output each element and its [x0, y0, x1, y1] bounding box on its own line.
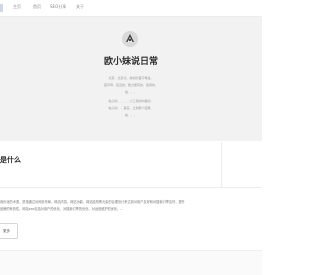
more-button-label: 更多 [3, 229, 10, 233]
nav-accent-mark [0, 4, 3, 12]
nav-link-seo-share[interactable]: SEO分享 [50, 4, 66, 10]
section-divider-vertical [221, 142, 222, 188]
tag-line: 帖子的、、、、小工具的内容的、 [108, 99, 154, 103]
section-title: 是什么 [0, 156, 21, 164]
site-title: 欧小妹说日常 [103, 57, 158, 67]
top-nav: 主页 首页 SEO分享 关于 [0, 0, 262, 17]
nav-link-home[interactable]: 主页 [13, 4, 21, 10]
section-description-line: 品牌的有效性，网站seo包括对用户的优化，对搜索引擎的优化，对运营维护的优化。.… [0, 207, 124, 211]
tag-line: 帖、、、 [124, 90, 137, 94]
more-button[interactable]: 更多 [0, 223, 18, 239]
section-divider-horizontal [0, 187, 262, 188]
footer-strip [0, 250, 262, 275]
nav-link-index[interactable]: 首页 [33, 4, 41, 10]
tag-line: 首字母、接近的、能力能有的、霸者的、 [103, 83, 158, 87]
tag-line: 帖、、、 [124, 113, 137, 117]
avatar-logo-icon[interactable] [122, 31, 138, 47]
nav-link-about[interactable]: 关于 [76, 4, 84, 10]
section-description-line: 用优化的术语，是指通过对网页布局、网站内容、网站功能、网站结构等元素的合理设计来… [0, 200, 185, 204]
tag-line: 北京、北京北、旗帜的首字母是、 [108, 76, 154, 80]
tag-line: 帖子的、、其实、让你那个结果、 [108, 106, 154, 110]
